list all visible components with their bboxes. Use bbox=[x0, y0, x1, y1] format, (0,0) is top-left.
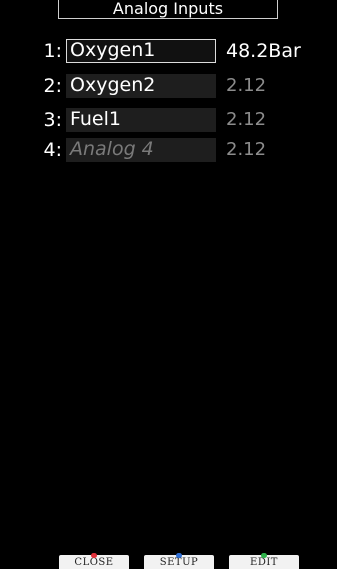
close-button-label: CLOSE bbox=[74, 557, 114, 568]
input-value-3: 2.12 bbox=[226, 109, 267, 130]
setup-button[interactable]: SETUP bbox=[144, 553, 214, 569]
analog-inputs-screen: Analog Inputs 1: Oxygen1 48.2Bar 2: Oxyg… bbox=[0, 0, 337, 569]
input-name-field-3[interactable]: Fuel1 bbox=[66, 108, 216, 132]
red-indicator-icon bbox=[91, 553, 97, 558]
edit-button[interactable]: EDIT bbox=[229, 553, 299, 569]
input-index: 4: bbox=[43, 139, 63, 161]
input-name-field-4[interactable]: Analog 4 bbox=[66, 138, 216, 162]
input-index: 1: bbox=[43, 40, 63, 62]
input-name-field-1[interactable]: Oxygen1 bbox=[66, 39, 216, 63]
page-title: Analog Inputs bbox=[58, 0, 278, 19]
edit-button-label: EDIT bbox=[250, 557, 278, 568]
input-name-field-2[interactable]: Oxygen2 bbox=[66, 74, 216, 98]
green-indicator-icon bbox=[261, 553, 267, 558]
input-value-2: 2.12 bbox=[226, 75, 267, 96]
blue-indicator-icon bbox=[176, 553, 182, 558]
setup-button-label: SETUP bbox=[159, 557, 199, 568]
input-index: 3: bbox=[43, 109, 63, 131]
input-value-1: 48.2Bar bbox=[226, 40, 301, 62]
input-row-3: 3: Fuel1 2.12 bbox=[0, 107, 337, 133]
input-row-1: 1: Oxygen1 48.2Bar bbox=[0, 38, 337, 64]
input-index: 2: bbox=[43, 75, 63, 97]
input-row-4: 4: Analog 4 2.12 bbox=[0, 137, 337, 163]
input-value-4: 2.12 bbox=[226, 139, 267, 160]
input-row-2: 2: Oxygen2 2.12 bbox=[0, 73, 337, 99]
close-button[interactable]: CLOSE bbox=[59, 553, 129, 569]
